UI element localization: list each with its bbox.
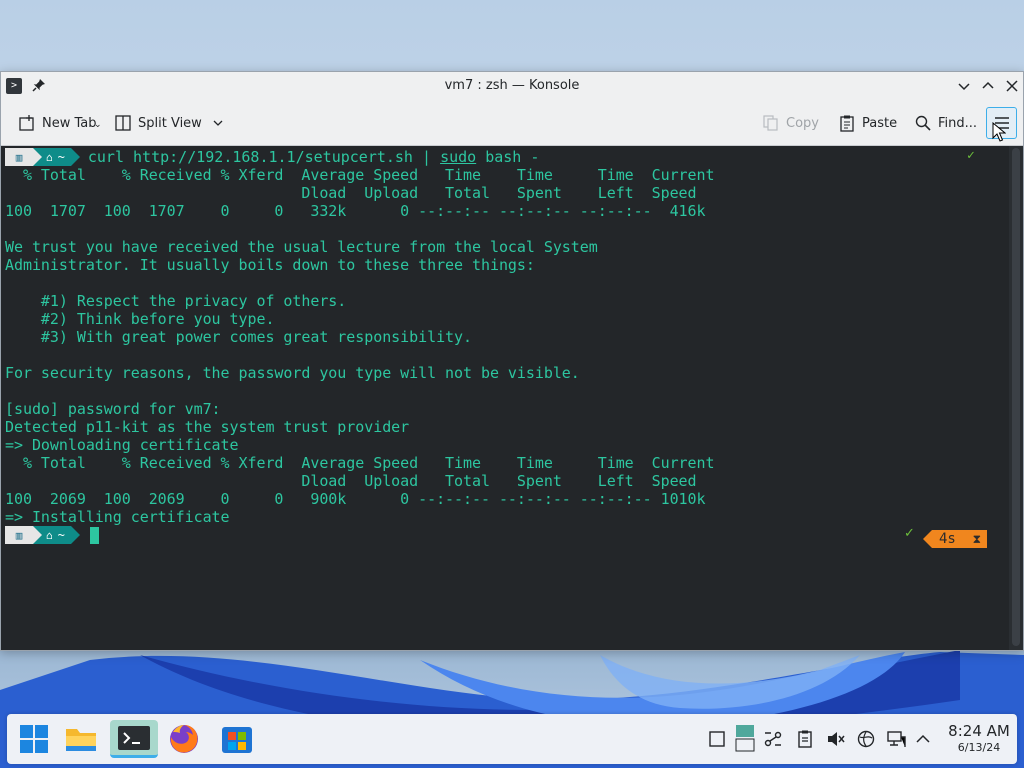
output-line: => Installing certificate: [5, 508, 230, 526]
clipboard-icon[interactable]: [795, 729, 815, 749]
command-duration-badge: 4s ⧗: [932, 530, 987, 548]
konsole-taskbar-button[interactable]: [110, 720, 158, 758]
chevron-up-icon: [982, 81, 994, 89]
prompt-separator: [33, 148, 42, 166]
find-label: Find...: [938, 115, 978, 131]
home-icon: ⌂: [46, 528, 53, 542]
windows-logo-icon: [20, 725, 48, 753]
minimize-button[interactable]: [955, 77, 973, 95]
output-line: Administrator. It usually boils down to …: [5, 256, 535, 274]
store-button[interactable]: [218, 720, 256, 758]
folder-icon: [66, 729, 96, 751]
prompt-directory-label: ~: [57, 150, 65, 164]
new-tab-button[interactable]: New Tab ⌄: [13, 108, 102, 138]
os-logo-icon: ▥: [5, 148, 33, 166]
copy-label: Copy: [786, 115, 819, 131]
output-line: % Total % Received % Xferd Average Speed…: [5, 166, 715, 184]
start-menu-button[interactable]: [15, 720, 53, 758]
output-line: #3) With great power comes great respons…: [5, 328, 473, 346]
output-line: => Downloading certificate: [5, 436, 239, 454]
kde-connect-icon[interactable]: [763, 729, 783, 749]
maximize-button[interactable]: [979, 77, 997, 95]
clock-time[interactable]: 8:24 AM: [943, 722, 1015, 740]
title-bar[interactable]: > vm7 : zsh — Konsole: [1, 72, 1023, 100]
firefox-button[interactable]: [165, 720, 203, 758]
status-check-icon: ✓: [967, 148, 975, 163]
paste-button[interactable]: Paste: [833, 108, 902, 138]
search-icon: [915, 115, 931, 131]
window-title: vm7 : zsh — Konsole: [444, 78, 580, 93]
dropdown-arrow-icon: ⌄: [94, 120, 102, 130]
command-sudo: sudo: [440, 148, 477, 166]
find-button[interactable]: Find...: [909, 108, 982, 138]
chevron-up-icon[interactable]: [913, 729, 933, 749]
command-text: curl http://192.168.1.1/setupcert.sh | s…: [88, 148, 540, 166]
split-view-label: Split View: [138, 115, 202, 131]
prompt-line: ▥ ⌂ ~ curl http://192.168.1.1/setupcert.…: [5, 148, 539, 166]
taskbar: 8:24 AM 6/13/24: [7, 714, 1017, 764]
paste-icon: [840, 115, 854, 132]
prompt-separator: [33, 526, 42, 544]
prompt-line: ▥ ⌂ ~: [5, 526, 99, 544]
prompt-directory: ⌂ ~: [42, 148, 71, 166]
main-toolbar: New Tab ⌄ Split View Copy Paste Find...: [1, 100, 1023, 146]
firefox-icon: [170, 725, 198, 753]
split-view-button[interactable]: Split View: [109, 108, 229, 138]
timer-separator: [923, 530, 932, 548]
terminal-icon: [118, 725, 150, 750]
display-wired-network-icon[interactable]: [886, 729, 906, 749]
output-line: Detected p11-kit as the system trust pro…: [5, 418, 410, 436]
new-tab-icon: [19, 115, 34, 131]
copy-icon: [763, 115, 778, 131]
chevron-down-icon: [958, 83, 970, 91]
mouse-cursor-icon: [992, 122, 1006, 142]
output-line: #2) Think before you type.: [5, 310, 275, 328]
new-tab-label: New Tab: [42, 115, 97, 131]
output-line: 100 2069 100 2069 0 0 900k 0 --:--:-- --…: [5, 490, 706, 508]
close-button[interactable]: [1003, 77, 1021, 95]
hourglass-icon: ⧗: [972, 532, 981, 546]
output-line: We trust you have received the usual lec…: [5, 238, 598, 256]
output-line: #1) Respect the privacy of others.: [5, 292, 347, 310]
output-line: % Total % Received % Xferd Average Speed…: [5, 454, 715, 472]
output-line: Dload Upload Total Spent Left Speed: [5, 184, 697, 202]
split-view-icon: [115, 115, 131, 131]
output-line: [sudo] password for vm7:: [5, 400, 221, 418]
os-logo-icon: ▥: [5, 526, 33, 544]
file-manager-button[interactable]: [62, 720, 100, 758]
prompt-separator: [70, 148, 80, 166]
virtual-desktop-pager-icon[interactable]: [735, 724, 755, 752]
status-check-icon: ✓: [904, 526, 915, 541]
konsole-window: > vm7 : zsh — Konsole New Tab ⌄ Split Vi…: [0, 71, 1024, 651]
close-icon: [1006, 80, 1018, 92]
prompt-directory: ⌂ ~: [42, 526, 71, 544]
network-globe-icon[interactable]: [856, 729, 876, 749]
konsole-app-icon[interactable]: >: [6, 78, 22, 94]
prompt-separator: [70, 526, 80, 544]
copy-button[interactable]: Copy: [757, 108, 824, 138]
output-line: Dload Upload Total Spent Left Speed: [5, 472, 697, 490]
terminal-view[interactable]: ▥ ⌂ ~ curl http://192.168.1.1/setupcert.…: [1, 146, 1009, 650]
chevron-down-icon: [213, 120, 223, 126]
command-duration: 4s: [939, 531, 956, 547]
clock-date[interactable]: 6/13/24: [943, 741, 1015, 754]
show-desktop-icon[interactable]: [707, 729, 727, 749]
command-prefix: curl http://192.168.1.1/setupcert.sh |: [87, 148, 441, 166]
volume-muted-icon[interactable]: [826, 729, 846, 749]
paste-label: Paste: [862, 115, 898, 131]
store-icon: [222, 727, 252, 753]
terminal-scrollbar[interactable]: [1009, 146, 1023, 650]
home-icon: ⌂: [46, 150, 53, 164]
text-cursor: [89, 526, 99, 544]
output-line: 100 1707 100 1707 0 0 332k 0 --:--:-- --…: [5, 202, 706, 220]
pin-icon[interactable]: [31, 77, 47, 93]
prompt-directory-label: ~: [57, 528, 65, 542]
output-line: For security reasons, the password you t…: [5, 364, 580, 382]
scrollbar-thumb[interactable]: [1012, 148, 1020, 646]
command-suffix: bash -: [476, 148, 540, 166]
